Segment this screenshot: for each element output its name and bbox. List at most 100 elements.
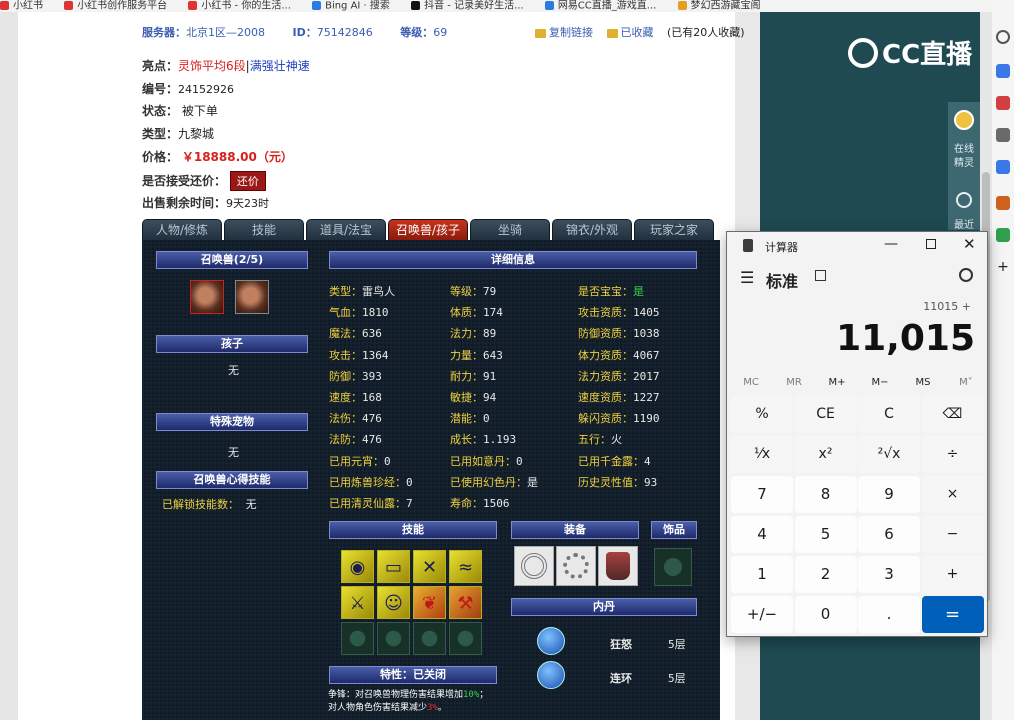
calc-key[interactable]: × <box>921 476 984 513</box>
stat-label: 速度： <box>329 391 362 404</box>
skill-eye-icon[interactable]: ◉ <box>341 550 374 583</box>
calc-key[interactable]: +/− <box>731 596 793 633</box>
skill-blade-icon[interactable]: ⚒ <box>449 586 482 619</box>
memory-button[interactable]: MC <box>731 377 771 388</box>
memory-button[interactable]: M− <box>860 377 900 388</box>
server-info: 服务器：北京1区—2008 <box>142 26 265 39</box>
calc-key[interactable]: 0 <box>794 596 857 633</box>
bookmark-item[interactable]: 抖音 - 记录美好生活... <box>411 0 524 12</box>
calc-key[interactable]: 3 <box>858 556 920 593</box>
stat-row: 已用清灵仙露：7 <box>329 495 413 511</box>
skill-figure-icon[interactable]: ☺ <box>377 586 410 619</box>
calc-key[interactable]: ⌫ <box>921 396 984 433</box>
stat-label: 魔法： <box>329 327 362 341</box>
minimize-icon[interactable]: — <box>884 236 898 252</box>
stat-value: 636 <box>362 327 382 341</box>
add-icon[interactable]: + <box>996 260 1010 274</box>
calc-key[interactable]: CE <box>794 396 857 433</box>
user-icon[interactable] <box>996 128 1010 142</box>
favorited-button[interactable]: 已收藏 <box>606 26 654 39</box>
calc-key[interactable]: 5 <box>794 516 857 553</box>
memory-button[interactable]: M˅ <box>946 377 986 388</box>
tab-mounts[interactable]: 坐骑 <box>470 219 550 240</box>
calc-key[interactable]: + <box>921 556 984 593</box>
stat-label: 攻击： <box>329 348 362 362</box>
empty-skill-slot-icon <box>377 622 410 655</box>
search-icon[interactable] <box>996 30 1010 44</box>
favorite-count: (已有20人收藏) <box>667 26 745 39</box>
calc-key[interactable]: x² <box>794 436 857 473</box>
keep-on-top-icon[interactable] <box>815 270 826 281</box>
bookmark-item[interactable]: Bing AI · 搜索 <box>312 0 390 12</box>
calc-key[interactable]: 2 <box>794 556 857 593</box>
bookmark-item[interactable]: 网易CC直播_游戏直... <box>544 0 656 12</box>
stat-value: 476 <box>362 433 382 447</box>
equip-necklace-icon[interactable] <box>514 546 554 586</box>
bookmark-item[interactable]: 小红书 - 你的生活... <box>188 0 291 12</box>
calc-key[interactable]: 4 <box>731 516 793 553</box>
menu-icon[interactable]: ☰ <box>740 268 754 287</box>
pet-slot-1[interactable] <box>190 280 224 314</box>
stat-label: 是否宝宝： <box>578 285 633 298</box>
bargain-button[interactable]: 还价 <box>229 171 266 191</box>
skill-bow-icon[interactable]: ✕ <box>413 550 446 583</box>
bookmark-item[interactable]: 小红书创作服务平台 <box>64 0 167 12</box>
extension-icon[interactable] <box>996 160 1010 174</box>
calc-key[interactable]: − <box>921 516 984 553</box>
bookmark-item[interactable]: 小红书 <box>0 0 43 12</box>
tab-pets[interactable]: 召唤兽/孩子 <box>388 219 468 240</box>
memory-button[interactable]: MS <box>903 377 943 388</box>
cc-logo[interactable]: CC直播 <box>848 34 980 70</box>
detail-header: 详细信息 <box>329 251 697 269</box>
history-icon[interactable] <box>959 268 973 282</box>
calc-key[interactable]: % <box>731 396 793 433</box>
pet-slot-2[interactable] <box>235 280 269 314</box>
extension-icon[interactable] <box>996 196 1010 210</box>
calc-key[interactable]: 8 <box>794 476 857 513</box>
tab-items[interactable]: 道具/法宝 <box>306 219 386 240</box>
skill-wing-icon[interactable]: ❦ <box>413 586 446 619</box>
tab-home[interactable]: 玩家之家 <box>634 219 714 240</box>
skill-scroll-icon[interactable]: ▭ <box>377 550 410 583</box>
calc-key[interactable]: 1 <box>731 556 793 593</box>
stat-label: 防御： <box>329 369 362 383</box>
tab-skills[interactable]: 技能 <box>224 219 304 240</box>
stat-value: 1506 <box>483 497 510 510</box>
type-row: 类型：九黎城 <box>142 127 215 141</box>
copy-link-button[interactable]: 复制链接 <box>535 26 593 39</box>
calc-key[interactable]: . <box>858 596 920 633</box>
memory-button[interactable]: M+ <box>817 377 857 388</box>
tab-outfits[interactable]: 锦衣/外观 <box>552 219 632 240</box>
calc-key[interactable]: ²√x <box>858 436 920 473</box>
calculator-window: 计算器 — ✕ ☰ 标准 11015 + 11,015 % CE C ⌫ ⅟x x² ²√x… <box>726 231 988 637</box>
extension-icon[interactable] <box>996 228 1010 242</box>
extension-icon[interactable] <box>996 64 1010 78</box>
online-sprite-icon[interactable] <box>954 110 974 130</box>
remaining-row: 出售剩余时间：9天23时 <box>142 196 270 210</box>
equip-armor-icon[interactable] <box>598 546 638 586</box>
calc-key[interactable]: 7 <box>731 476 793 513</box>
memory-button[interactable]: MR <box>774 377 814 388</box>
neidan-fury-icon[interactable] <box>537 627 565 655</box>
equip-chain-icon[interactable] <box>556 546 596 586</box>
calc-key[interactable]: C <box>858 396 920 433</box>
stat-row: 法伤：476 <box>329 410 382 426</box>
empty-ornament-slot-icon <box>654 548 692 586</box>
calc-key[interactable]: 6 <box>858 516 920 553</box>
calc-key[interactable]: = <box>921 596 984 633</box>
neidan-chain-icon[interactable] <box>537 661 565 689</box>
stat-value: 1038 <box>633 327 660 341</box>
tab-character[interactable]: 人物/修炼 <box>142 219 222 240</box>
calc-key[interactable]: ÷ <box>921 436 984 473</box>
stat-label: 寿命： <box>450 497 483 510</box>
skill-wolf-icon[interactable]: ≈ <box>449 550 482 583</box>
calc-key[interactable]: 9 <box>858 476 920 513</box>
skill-sword-icon[interactable]: ⚔ <box>341 586 374 619</box>
extension-icon[interactable] <box>996 96 1010 110</box>
bookmark-item[interactable]: 梦幻西游藏宝阁 <box>677 0 761 12</box>
close-icon[interactable]: ✕ <box>963 235 976 253</box>
pet-panel: 召唤兽(2/5) 孩子 无 特殊宠物 无 召唤兽心得技能 已解锁技能数： 无 详… <box>142 240 720 720</box>
calc-key[interactable]: ⅟x <box>731 436 793 473</box>
maximize-icon[interactable] <box>926 239 936 249</box>
clock-icon[interactable] <box>956 192 972 208</box>
